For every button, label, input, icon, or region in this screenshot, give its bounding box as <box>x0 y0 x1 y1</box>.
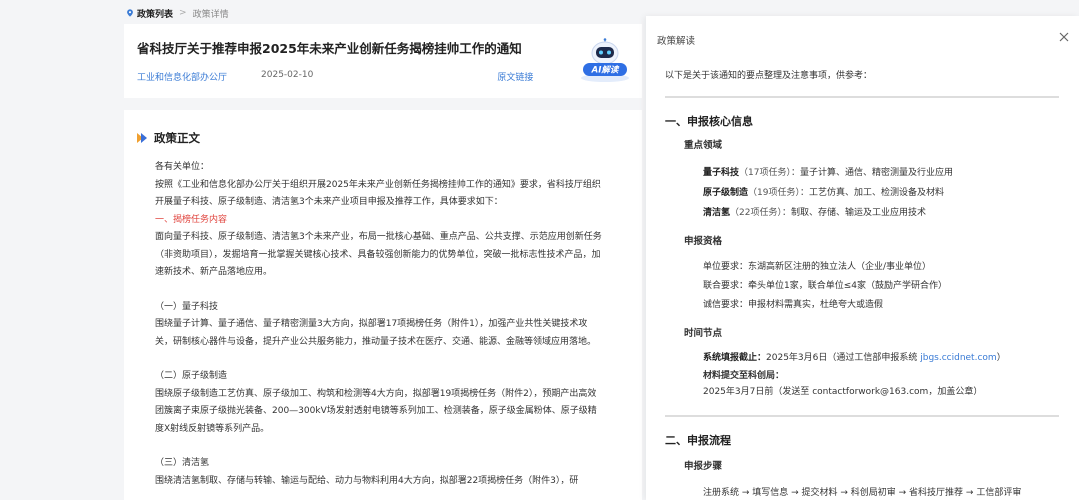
focus-item-desc: 量子计算、通信、精密测量及行业应用 <box>799 168 953 178</box>
qualification-item: 单位要求：东湖高新区注册的独立法人（企业/事业单位） <box>703 262 932 272</box>
focus-item-name: 量子科技 <box>703 168 740 178</box>
section-process-title: 二、申报流程 <box>665 434 731 447</box>
focus-item: 清洁氢（22项任务）：制取、存储、输运及工业应用技术 <box>703 205 926 218</box>
location-pin-icon <box>127 9 133 17</box>
content-paragraph: 按照《工业和信息化部办公厅关于组织开展2025年未来产业创新任务揭榜挂帅工作的通… <box>155 179 601 208</box>
content-paragraph: （一）量子科技 <box>155 301 219 312</box>
timeline-title: 时间节点 <box>684 328 723 339</box>
breadcrumb-policy-list[interactable]: 政策列表 <box>137 7 173 20</box>
divider <box>665 415 1059 417</box>
deadline-text: 2025年3月6日（通过工信部申报系统 <box>766 353 921 363</box>
policy-content: 各有关单位： 按照《工业和信息化部办公厅关于组织开展2025年未来产业创新任务揭榜… <box>155 159 605 490</box>
divider <box>665 96 1059 98</box>
section-arrow-icon <box>137 133 147 143</box>
submit-item: 材料提交至科创局： 2025年3月7日前（发送至 contactforwork@1… <box>703 368 1063 400</box>
qualification-title: 申报资格 <box>684 236 723 247</box>
qualification-item: 联合要求：牵头单位1家，联合单位≤4家（鼓励产学研合作） <box>703 281 947 291</box>
steps-flow: 注册系统 → 填写信息 → 提交材料 → 科创局初审 → 省科技厅推荐 → 工信… <box>703 488 1022 498</box>
interpretation-panel: 政策解读 以下是关于该通知的要点整理及注意事项，供参考： 一、申报核心信息 重点… <box>646 16 1079 500</box>
focus-item-count: （17项任务）： <box>739 168 800 178</box>
focus-item-count: （19项任务）： <box>748 188 809 198</box>
focus-item-name: 清洁氢 <box>703 208 731 218</box>
focus-item: 量子科技（17项任务）：量子计算、通信、精密测量及行业应用 <box>703 165 953 178</box>
ai-interpret-label: AI解读 <box>591 65 620 76</box>
content-paragraph: 围绕量子计算、量子通信、量子精密测量3大方向，拟部署17项揭榜任务（附件1），加… <box>155 319 597 347</box>
focus-item-desc: 工艺仿真、加工、检测设备及材料 <box>808 188 944 198</box>
ai-robot-icon: AI解读 <box>581 38 629 82</box>
panel-title: 政策解读 <box>657 36 696 47</box>
policy-header-card: 省科技厅关于推荐申报2025年未来产业创新任务揭榜挂帅工作的通知 工业和信息化部… <box>124 24 642 98</box>
breadcrumb-separator: > <box>179 8 187 18</box>
content-heading: 一、揭榜任务内容 <box>155 214 228 225</box>
breadcrumb: 政策列表 > 政策详情 <box>126 6 229 20</box>
content-paragraph: 各有关单位： <box>155 162 210 172</box>
focus-areas-title: 重点领域 <box>684 140 723 151</box>
focus-item-desc: 制取、存储、输运及工业应用技术 <box>790 208 926 218</box>
deadline-end: ） <box>996 353 1006 363</box>
policy-title: 省科技厅关于推荐申报2025年未来产业创新任务揭榜挂帅工作的通知 <box>137 41 522 56</box>
breadcrumb-policy-detail: 政策详情 <box>192 9 229 20</box>
original-text-link[interactable]: 原文链接 <box>497 70 533 83</box>
panel-intro: 以下是关于该通知的要点整理及注意事项，供参考： <box>665 71 873 81</box>
policy-date: 2025-02-10 <box>261 70 314 80</box>
deadline-item: 系统填报截止：2025年3月6日（通过工信部申报系统 jbgs.ccidnet.… <box>703 350 1006 363</box>
content-paragraph: （三）清洁氢 <box>155 458 210 468</box>
deadline-label: 系统填报截止： <box>703 353 767 363</box>
close-icon[interactable] <box>1058 31 1070 43</box>
content-paragraph: 围绕原子级制造工艺仿真、原子级加工、构筑和检测等4大方向，拟部署19项揭榜任务（… <box>155 388 597 434</box>
content-paragraph: （二）原子级制造 <box>155 371 228 381</box>
content-paragraph: 面向量子科技、原子级制造、清洁氢3个未来产业，布局一批核心基础、重点产品、公共支… <box>155 232 602 277</box>
steps-title: 申报步骤 <box>684 461 723 472</box>
submit-label: 材料提交至科创局： <box>703 371 785 381</box>
focus-item-name: 原子级制造 <box>703 188 749 198</box>
policy-body-card: 政策正文 各有关单位： 按照《工业和信息化部办公厅关于组织开展2025年未来产业创… <box>124 110 642 500</box>
section-core-info-title: 一、申报核心信息 <box>665 115 753 128</box>
focus-item: 原子级制造（19项任务）：工艺仿真、加工、检测设备及材料 <box>703 185 944 198</box>
submit-text: 2025年3月7日前（发送至 contactforwork@163.com，加盖… <box>703 387 983 397</box>
policy-source[interactable]: 工业和信息化部办公厅 <box>137 70 227 83</box>
section-title: 政策正文 <box>154 131 200 145</box>
focus-item-count: （22项任务）： <box>730 208 791 218</box>
ai-interpret-button[interactable]: AI解读 <box>576 38 634 84</box>
policy-meta: 工业和信息化部办公厅 2025-02-10 原文链接 <box>137 70 533 83</box>
declaration-system-link[interactable]: jbgs.ccidnet.com <box>920 353 996 363</box>
qualification-item: 诚信要求：申报材料需真实，杜绝夸大或造假 <box>703 300 884 310</box>
content-paragraph: 围绕清洁氢制取、存储与转输、输运与配给、动力与物料利用4大方向，拟部署22项揭榜… <box>155 475 579 486</box>
section-header: 政策正文 <box>136 130 200 146</box>
